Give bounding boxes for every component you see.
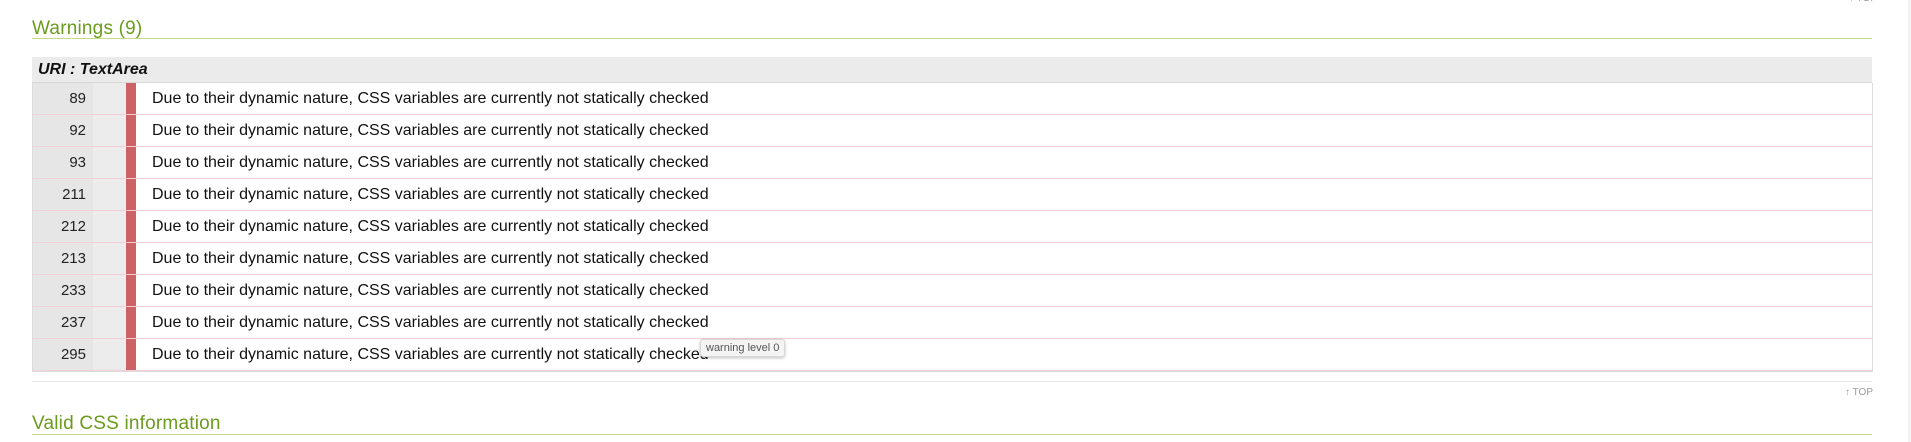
section-separator (32, 381, 1872, 382)
uri-header: URI : TextArea (32, 57, 1872, 83)
warning-message: Due to their dynamic nature, CSS variabl… (152, 186, 709, 203)
section-divider (32, 434, 1872, 435)
warning-row: 89 Due to their dynamic nature, CSS varia… (33, 83, 1872, 115)
warning-row: 212 Due to their dynamic nature, CSS vari… (33, 211, 1872, 243)
warning-message: Due to their dynamic nature, CSS variabl… (152, 90, 709, 107)
warning-level-marker[interactable] (126, 83, 136, 114)
warning-level-marker[interactable] (126, 307, 136, 338)
warning-row: 237 Due to their dynamic nature, CSS vari… (33, 307, 1872, 339)
warning-message: Due to their dynamic nature, CSS variabl… (152, 282, 709, 299)
warning-message: Due to their dynamic nature, CSS variabl… (152, 154, 709, 171)
warnings-table: 89 Due to their dynamic nature, CSS varia… (32, 83, 1873, 372)
line-number: 237 (33, 307, 93, 338)
warning-message: Due to their dynamic nature, CSS variabl… (152, 218, 709, 235)
warning-row: 295 Due to their dynamic nature, CSS vari… (33, 339, 1872, 371)
context-cell (93, 211, 126, 242)
warning-level-marker[interactable] (126, 179, 136, 210)
warning-level-marker[interactable] (126, 339, 136, 370)
context-cell (93, 307, 126, 338)
warning-row: 93 Due to their dynamic nature, CSS varia… (33, 147, 1872, 179)
line-number: 211 (33, 179, 93, 210)
context-cell (93, 115, 126, 146)
warning-message: Due to their dynamic nature, CSS variabl… (152, 314, 709, 331)
warning-row: 92 Due to their dynamic nature, CSS varia… (33, 115, 1872, 147)
line-number: 93 (33, 147, 93, 178)
warning-level-marker[interactable] (126, 147, 136, 178)
warning-level-marker[interactable] (126, 211, 136, 242)
line-number: 295 (33, 339, 93, 370)
section-divider (32, 38, 1872, 39)
warning-message: Due to their dynamic nature, CSS variabl… (152, 250, 709, 267)
line-number: 212 (33, 211, 93, 242)
context-cell (93, 275, 126, 306)
warning-level-marker[interactable] (126, 115, 136, 146)
top-link-partial[interactable]: ↑ TOP (1849, 0, 1877, 4)
warning-message: Due to their dynamic nature, CSS variabl… (152, 346, 709, 363)
warning-level-marker[interactable] (126, 275, 136, 306)
context-cell (93, 339, 126, 370)
validator-results-page: ↑ TOP Warnings (9) URI : TextArea 89 Due … (0, 0, 1911, 442)
warning-row: 211 Due to their dynamic nature, CSS vari… (33, 179, 1872, 211)
context-cell (93, 243, 126, 274)
warnings-section-title: Warnings (9) (32, 18, 143, 39)
context-cell (93, 179, 126, 210)
warning-level-marker[interactable] (126, 243, 136, 274)
context-cell (93, 83, 126, 114)
line-number: 233 (33, 275, 93, 306)
warning-row: 213 Due to their dynamic nature, CSS vari… (33, 243, 1872, 275)
line-number: 89 (33, 83, 93, 114)
valid-css-section-title: Valid CSS information (32, 413, 221, 434)
warning-level-tooltip: warning level 0 (700, 339, 786, 357)
warning-row: 233 Due to their dynamic nature, CSS vari… (33, 275, 1872, 307)
warning-message: Due to their dynamic nature, CSS variabl… (152, 122, 709, 139)
line-number: 213 (33, 243, 93, 274)
context-cell (93, 147, 126, 178)
top-link[interactable]: ↑ TOP (1845, 387, 1873, 398)
line-number: 92 (33, 115, 93, 146)
